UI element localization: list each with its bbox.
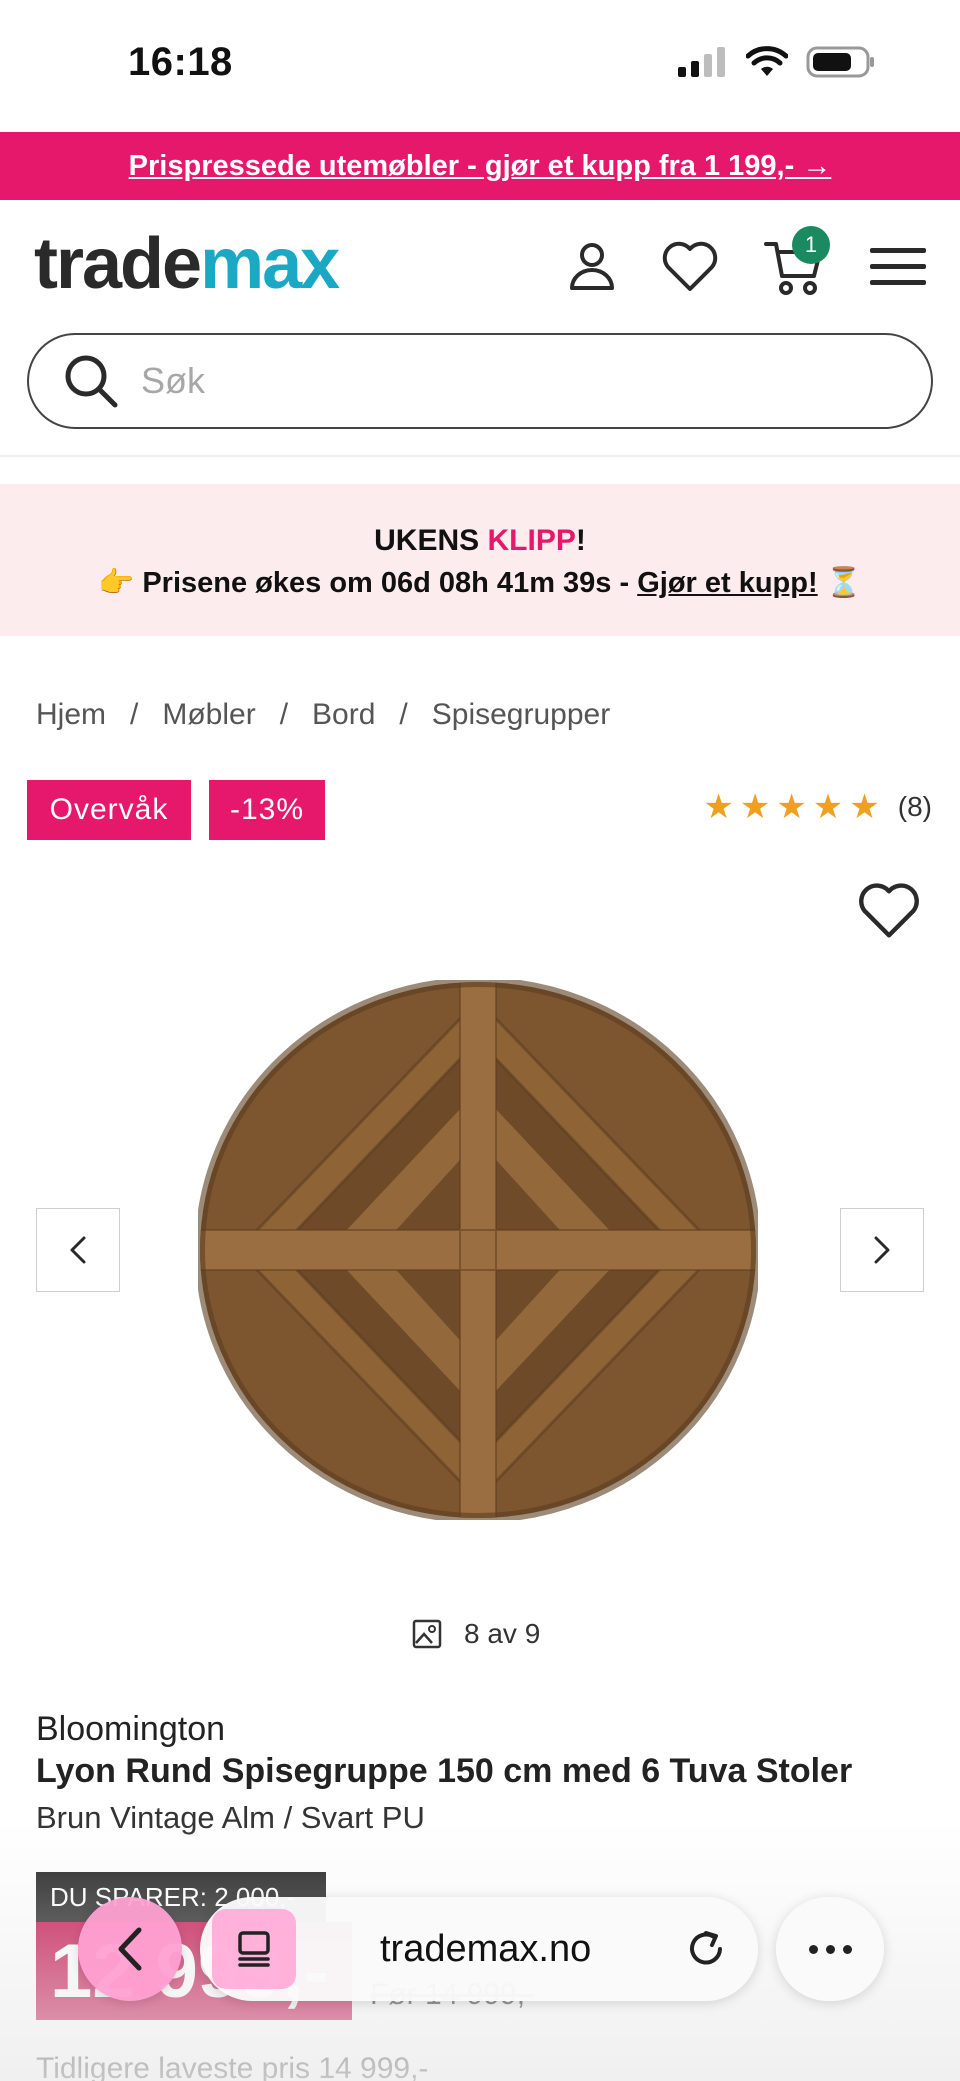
wifi-icon (746, 46, 788, 76)
cart-button[interactable]: 1 (762, 226, 830, 298)
gallery-prev-button[interactable] (36, 1208, 120, 1292)
product-title: Lyon Rund Spisegruppe 150 cm med 6 Tuva … (36, 1752, 853, 1790)
logo-part-trade: trade (34, 224, 202, 304)
search-icon (65, 355, 118, 408)
logo-part-max: max (200, 224, 340, 304)
menu-button[interactable] (866, 234, 930, 298)
trademax-logo[interactable]: trademax (34, 228, 340, 300)
deal-title-suffix: ! (575, 524, 586, 557)
site-header: trademax 1 (0, 200, 960, 330)
promo-link[interactable]: Prispressede utemøbler - gjør et kupp fr… (129, 150, 832, 183)
dot-icon (808, 1944, 818, 1954)
breadcrumb-separator: / (130, 698, 139, 731)
browser-url[interactable]: trademax.no (380, 1928, 591, 1971)
deal-countdown-text: 👉 Prisene økes om 06d 08h 41m 39s - (98, 567, 638, 599)
battery-icon (806, 46, 874, 78)
product-rating[interactable]: ★ ★ ★ ★ ★ (8) (703, 790, 932, 824)
deal-title-prefix: UKENS (374, 524, 488, 557)
signal-icon (678, 47, 725, 77)
heart-icon (662, 241, 718, 291)
product-image-table-top[interactable] (198, 980, 758, 1520)
search-input[interactable] (141, 360, 901, 402)
breadcrumb-item-hjem[interactable]: Hjem (36, 698, 106, 732)
browser-address-bar[interactable]: trademax.no (200, 1897, 758, 2001)
reload-icon[interactable] (684, 1927, 728, 1971)
status-icons (678, 46, 876, 78)
dot-icon (842, 1944, 852, 1954)
browser-more-button[interactable] (776, 1897, 884, 2001)
watch-badge[interactable]: Overvåk (27, 780, 191, 840)
discount-badge: -13% (209, 780, 325, 840)
breadcrumb: Hjem / Møbler / Bord / Spisegrupper (36, 698, 610, 732)
browser-back-button[interactable] (78, 1897, 182, 2001)
deal-title-highlight: KLIPP (487, 524, 576, 557)
image-counter-text: 8 av 9 (464, 1618, 541, 1649)
product-variant: Brun Vintage Alm / Svart PU (36, 1800, 425, 1835)
deal-countdown: 👉 Prisene økes om 06d 08h 41m 39s - Gjør… (0, 566, 960, 600)
chevron-left-icon (70, 1236, 86, 1264)
image-icon (412, 1619, 442, 1649)
deal-link[interactable]: Gjør et kupp! (637, 567, 817, 599)
gallery-next-button[interactable] (840, 1208, 924, 1292)
breadcrumb-separator: / (399, 698, 408, 731)
tabs-button[interactable] (212, 1909, 296, 1989)
promo-bar: Prispressede utemøbler - gjør et kupp fr… (0, 132, 960, 200)
status-time: 16:18 (128, 40, 233, 84)
rating-count: (8) (897, 791, 932, 822)
deal-banner: UKENS KLIPP! 👉 Prisene økes om 06d 08h 4… (0, 484, 960, 636)
breadcrumb-item-mobler[interactable]: Møbler (162, 698, 255, 732)
chevron-right-icon (874, 1236, 890, 1264)
star-icon: ★ (849, 788, 880, 826)
deal-title: UKENS KLIPP! (0, 524, 960, 558)
wishlist-button[interactable] (658, 234, 722, 298)
heart-icon (859, 883, 919, 938)
search-bar[interactable] (27, 333, 933, 429)
breadcrumb-item-spisegrupper[interactable]: Spisegrupper (432, 698, 610, 732)
tabs-icon (238, 1931, 270, 1967)
star-icon: ★ (776, 788, 807, 826)
product-wishlist-button[interactable] (856, 880, 922, 940)
user-icon (570, 243, 614, 290)
breadcrumb-item-bord[interactable]: Bord (312, 698, 375, 732)
breadcrumb-separator: / (279, 698, 289, 731)
dot-icon (825, 1944, 835, 1954)
account-button[interactable] (560, 234, 624, 298)
star-icon: ★ (812, 788, 844, 826)
star-icon: ★ (703, 788, 734, 826)
header-divider (0, 455, 960, 457)
cart-count-badge: 1 (792, 226, 830, 264)
product-brand[interactable]: Bloomington (36, 1710, 225, 1749)
menu-icon (870, 248, 926, 285)
chevron-left-icon (118, 1927, 142, 1971)
hourglass-icon: ⏳ (817, 567, 862, 599)
image-counter: 8 av 9 (412, 1618, 540, 1650)
lowest-price-note: Tidligere laveste pris 14 999,- (36, 2052, 429, 2081)
status-bar: 16:18 (0, 0, 960, 132)
star-icon: ★ (739, 788, 771, 826)
